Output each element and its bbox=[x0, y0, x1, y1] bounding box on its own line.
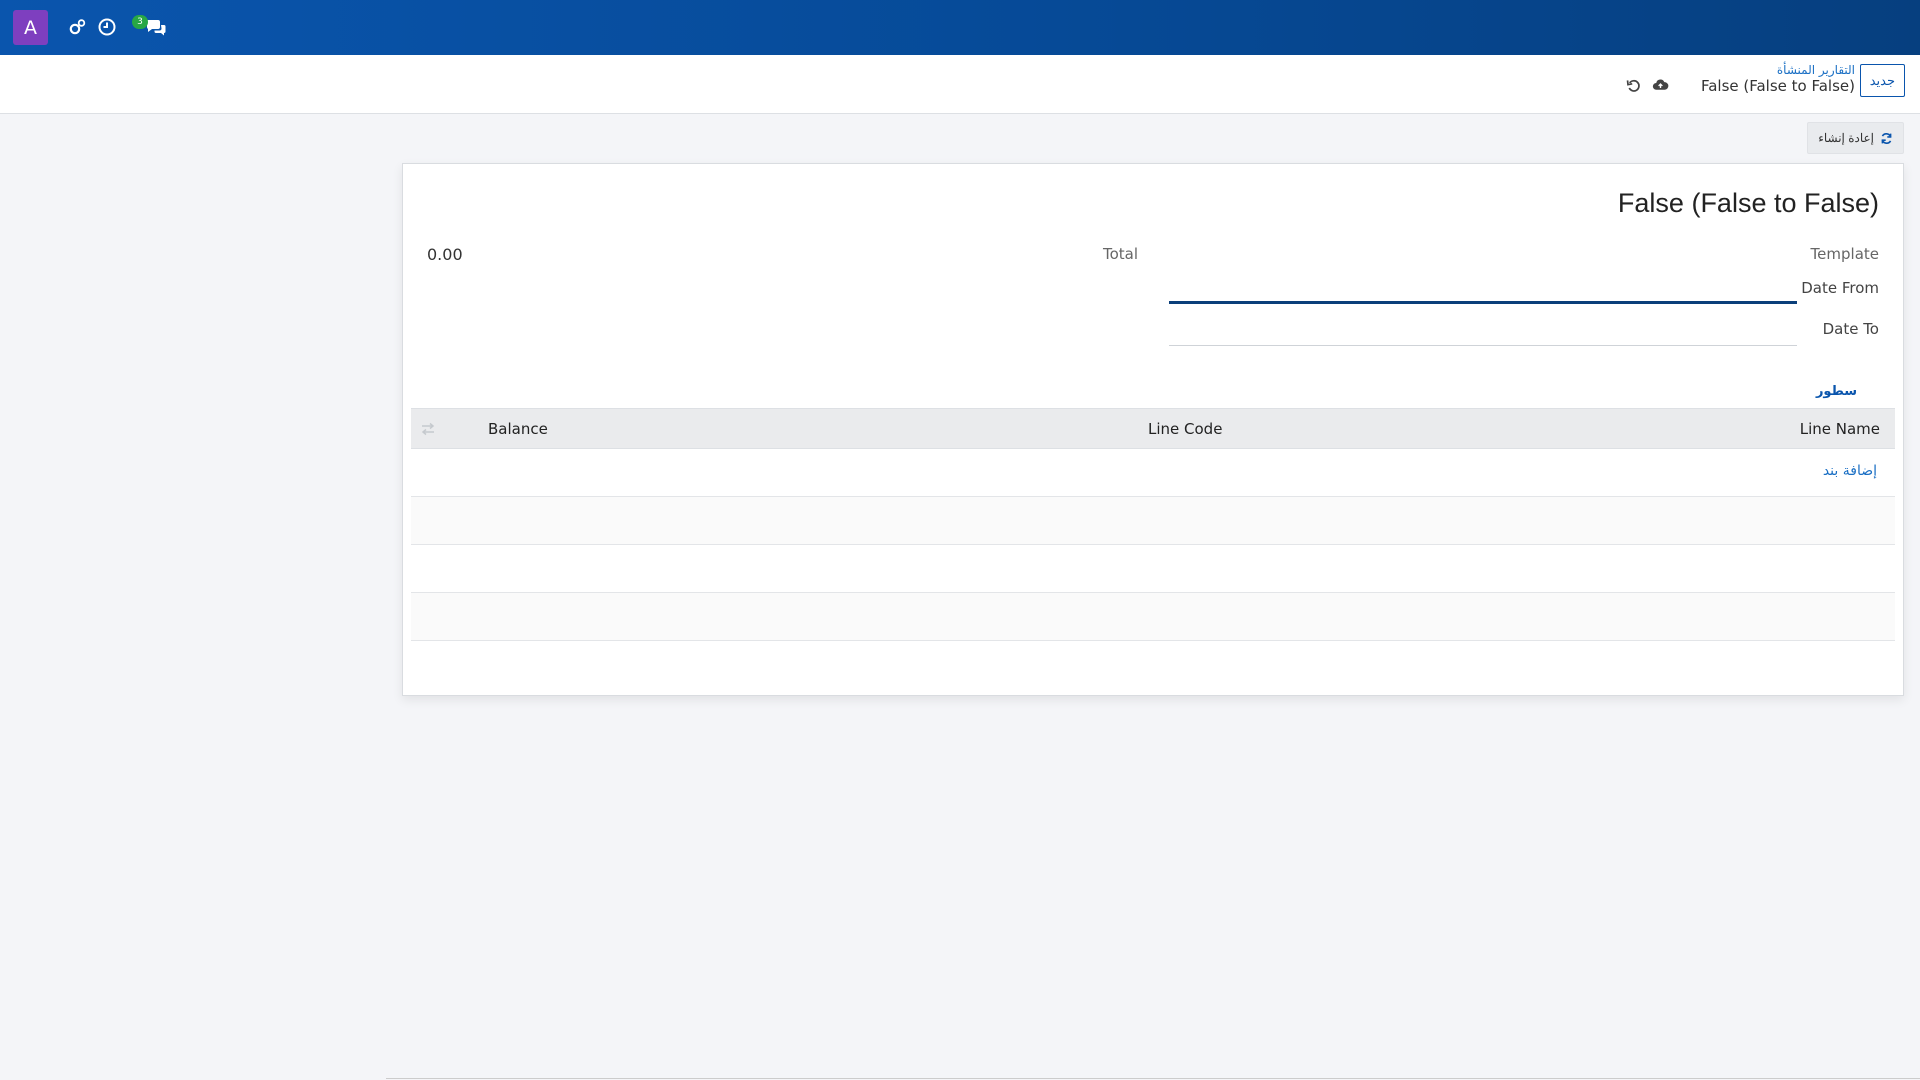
chat-icon[interactable] bbox=[145, 17, 167, 37]
top-navbar: A 3 bbox=[0, 0, 1920, 55]
tab-report-lines[interactable]: سطور التقرير bbox=[1792, 379, 1881, 425]
refresh-icon bbox=[1880, 132, 1893, 145]
template-label: Template bbox=[1810, 245, 1879, 263]
add-line-row: إضافة بند bbox=[411, 449, 1895, 497]
regenerate-button[interactable]: إعادة إنشاء bbox=[1807, 122, 1904, 154]
column-header-balance[interactable]: Balance bbox=[488, 420, 548, 438]
add-line-link[interactable]: إضافة بند bbox=[1823, 463, 1877, 479]
total-label: Total bbox=[1102, 245, 1138, 263]
cloud-upload-icon[interactable] bbox=[1652, 77, 1669, 94]
message-count-badge: 3 bbox=[132, 15, 148, 29]
breadcrumb-current: False (False to False) bbox=[1700, 77, 1855, 95]
table-header: Line Name Line Code Balance bbox=[411, 408, 1895, 449]
column-header-line-code[interactable]: Line Code bbox=[1148, 420, 1222, 438]
date-from-field[interactable] bbox=[1169, 301, 1797, 304]
total-value: 0.00 bbox=[427, 245, 463, 264]
user-avatar[interactable]: A bbox=[13, 10, 48, 45]
control-panel: جديد التقارير المنشأة False (False to Fa… bbox=[0, 55, 1920, 114]
breadcrumb-parent-link[interactable]: التقارير المنشأة bbox=[1777, 63, 1855, 77]
regenerate-label: إعادة إنشاء bbox=[1818, 131, 1874, 145]
empty-row bbox=[411, 497, 1895, 545]
date-to-label: Date To bbox=[1822, 320, 1879, 338]
undo-icon[interactable] bbox=[1625, 77, 1642, 94]
empty-row bbox=[411, 593, 1895, 641]
column-options-icon[interactable] bbox=[421, 422, 435, 436]
column-header-line-name[interactable]: Line Name bbox=[1800, 420, 1880, 438]
report-lines-table: Line Name Line Code Balance إضافة بند bbox=[411, 408, 1895, 641]
date-from-label: Date From bbox=[1801, 279, 1879, 297]
date-to-field[interactable] bbox=[1169, 345, 1797, 346]
divider bbox=[386, 1078, 1920, 1079]
clock-icon[interactable] bbox=[97, 17, 117, 37]
cogs-icon[interactable] bbox=[67, 17, 87, 37]
new-button[interactable]: جديد bbox=[1859, 64, 1905, 97]
record-title: False (False to False) bbox=[1617, 188, 1879, 218]
empty-row bbox=[411, 545, 1895, 593]
form-sheet: False (False to False) Template Total 0.… bbox=[402, 163, 1904, 696]
